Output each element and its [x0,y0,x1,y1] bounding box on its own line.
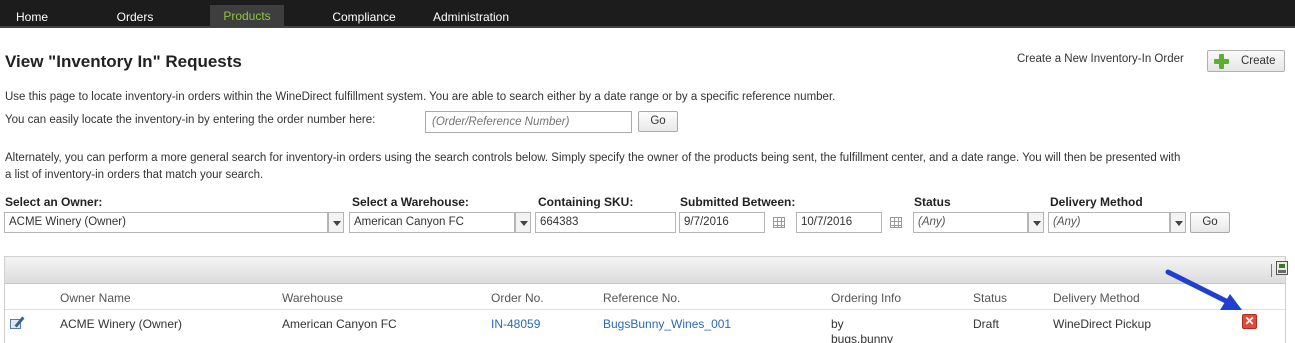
nav-compliance[interactable]: Compliance [322,6,406,28]
annotation-arrow-icon [1165,269,1242,310]
plus-icon [1214,54,1229,69]
status-dropdown-icon[interactable] [1028,212,1044,233]
toolbar-separator [1271,264,1272,277]
create-button-label: Create [1241,55,1276,67]
cell-owner: ACME Winery (Owner) [60,317,183,331]
top-navbar: Home Orders Products Compliance Administ… [0,0,1295,28]
owner-select[interactable]: ACME Winery (Owner) [4,212,328,233]
sku-label: Containing SKU: [538,195,634,209]
alternate-search-text-2: a list of inventory-in orders that match… [5,169,264,181]
warehouse-dropdown-icon[interactable] [515,212,531,233]
nav-administration[interactable]: Administration [425,6,517,28]
nav-orders[interactable]: Orders [105,6,165,28]
submitted-between-label: Submitted Between: [680,195,796,209]
cell-delivery-method: WineDirect Pickup [1053,317,1152,331]
alternate-search-text: Alternately, you can perform a more gene… [5,152,1181,164]
col-status[interactable]: Status [973,291,1007,305]
calendar-icon[interactable] [887,212,905,233]
warehouse-select[interactable]: American Canyon FC [349,212,515,233]
date-to-input[interactable]: 10/7/2016 [796,212,882,233]
cell-status: Draft [973,317,1000,331]
col-order-no[interactable]: Order No. [491,291,544,305]
nav-products[interactable]: Products [210,5,284,27]
status-select[interactable]: (Any) [913,212,1028,233]
cell-order-no-link[interactable]: IN-48059 [491,317,540,331]
col-ordering-info[interactable]: Ordering Info [831,291,901,305]
create-order-text: Create a New Inventory-In Order [1017,53,1184,65]
cell-ordering-info-user: bugs.bunny [831,332,894,343]
sku-input[interactable]: 664383 [535,212,676,233]
delivery-dropdown-icon[interactable] [1170,212,1186,233]
owner-label: Select an Owner: [5,195,103,209]
grid-toolbar [5,257,1285,284]
date-from-input[interactable]: 9/7/2016 [679,212,765,233]
order-go-button[interactable]: Go [638,111,678,132]
row-divider [5,309,1285,310]
order-number-input[interactable] [425,111,632,133]
col-warehouse[interactable]: Warehouse [282,291,343,305]
col-delivery-method[interactable]: Delivery Method [1053,291,1140,305]
warehouse-label: Select a Warehouse: [352,195,469,209]
delivery-method-label: Delivery Method [1050,195,1143,209]
cell-ordering-info: by [831,317,844,331]
status-label: Status [914,195,951,209]
delivery-method-select[interactable]: (Any) [1048,212,1170,233]
nav-home[interactable]: Home [0,6,64,28]
cell-warehouse: American Canyon FC [282,317,397,331]
export-excel-icon[interactable] [1276,261,1288,275]
cell-reference-no-link[interactable]: BugsBunny_Wines_001 [603,317,731,331]
order-number-prompt: You can easily locate the inventory-in b… [5,114,376,126]
owner-dropdown-icon[interactable] [328,212,344,233]
calendar-icon[interactable] [770,212,788,233]
search-go-button[interactable]: Go [1190,212,1230,233]
page-title: View "Inventory In" Requests [5,52,242,71]
intro-text: Use this page to locate inventory-in ord… [5,91,836,103]
create-button[interactable]: Create [1207,50,1285,72]
col-reference-no[interactable]: Reference No. [603,291,680,305]
col-owner-name[interactable]: Owner Name [60,291,131,305]
edit-icon[interactable] [10,316,26,330]
